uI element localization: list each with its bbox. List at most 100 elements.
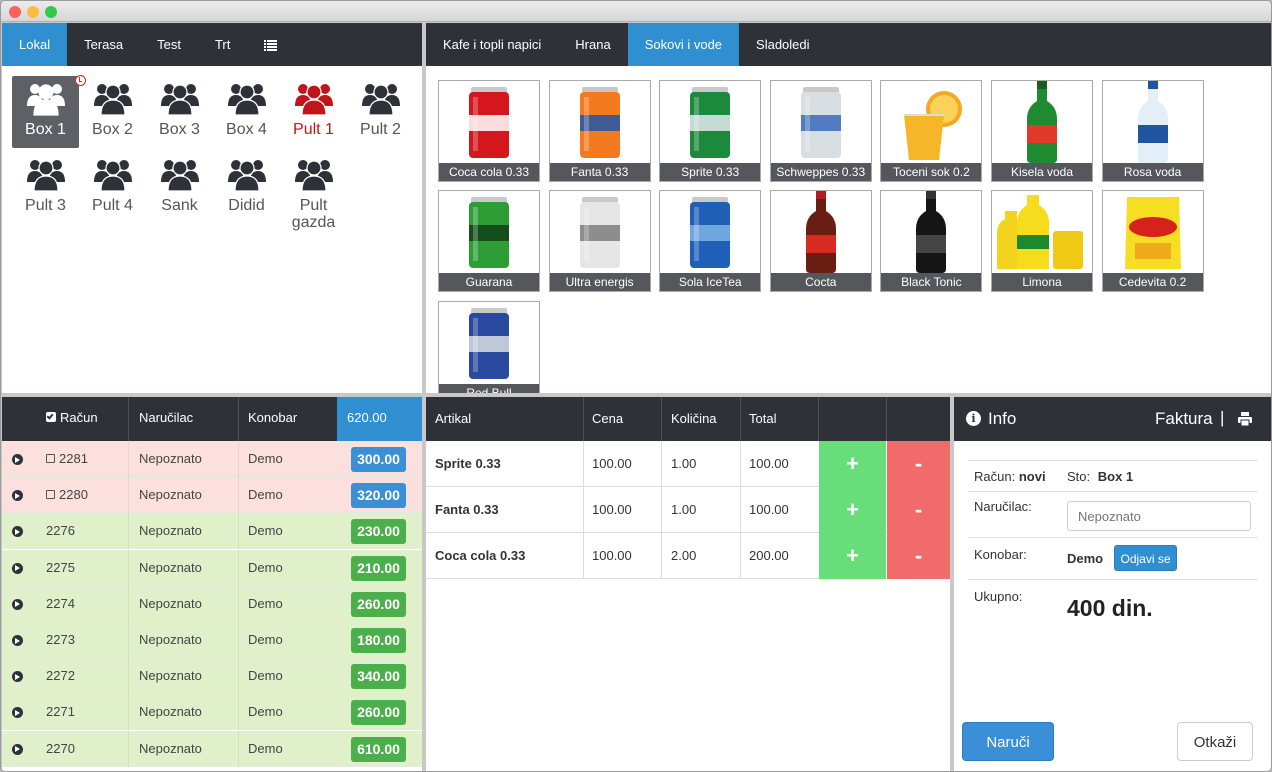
expand-arrow-icon[interactable]: [12, 635, 23, 646]
table-label: Box 1: [25, 121, 66, 138]
table-box-1[interactable]: Box 1: [12, 76, 79, 148]
bill-row[interactable]: 2276 Nepoznato Demo 230.00: [2, 513, 422, 550]
guarana-can-icon: [439, 191, 539, 273]
minimize-window-button[interactable]: [27, 6, 39, 18]
bill-amount-badge[interactable]: 210.00: [351, 555, 406, 581]
product-sola-icetea[interactable]: Sola IceTea: [659, 190, 762, 293]
decrease-button[interactable]: -: [887, 487, 950, 533]
bill-amount-badge[interactable]: 180.00: [351, 628, 406, 653]
narucilac-label: Naručilac:: [974, 499, 1032, 514]
expand-arrow-icon[interactable]: [12, 562, 23, 574]
bill-konobar: Demo: [248, 668, 283, 684]
category-tab-3[interactable]: Sladoledi: [739, 23, 827, 66]
area-tab-trt[interactable]: Trt: [198, 23, 247, 66]
order-cena: 100.00: [592, 502, 632, 517]
product-kisela-voda[interactable]: Kisela voda: [991, 80, 1093, 182]
product-guarana[interactable]: Guarana: [438, 190, 540, 293]
product-toceni-sok-0-2[interactable]: Toceni sok 0.2: [880, 80, 983, 182]
list-icon[interactable]: [247, 23, 294, 66]
product-rosa-voda[interactable]: Rosa voda: [1101, 80, 1204, 182]
order-row: Coca cola 0.33 100.00 2.00 200.00 + -: [426, 533, 950, 579]
close-window-button[interactable]: [9, 6, 21, 18]
category-tab-1[interactable]: Hrana: [558, 23, 627, 66]
bill-amount-badge[interactable]: 230.00: [351, 519, 406, 545]
otkazi-button[interactable]: Otkaži: [1177, 722, 1253, 761]
increase-button[interactable]: +: [819, 487, 886, 533]
bill-narucilac: Nepoznato: [139, 632, 202, 647]
faktura-button[interactable]: Faktura: [1155, 409, 1213, 429]
table-box-3[interactable]: Box 3: [146, 76, 213, 148]
bill-row[interactable]: 2271 Nepoznato Demo 260.00: [2, 694, 422, 731]
table-pult-gazda[interactable]: Pult gazda: [280, 152, 347, 246]
people-icon: [280, 80, 347, 118]
naruci-button[interactable]: Naruči: [962, 722, 1054, 761]
product-fanta-0-33[interactable]: Fanta 0.33: [548, 80, 651, 182]
bill-amount-badge[interactable]: 260.00: [351, 591, 406, 617]
bill-amount-badge[interactable]: 610.00: [351, 736, 406, 762]
konobar-column-header[interactable]: Konobar: [248, 410, 297, 425]
category-tab-2[interactable]: Sokovi i vode: [627, 23, 740, 66]
zoom-window-button[interactable]: [45, 6, 57, 18]
expand-arrow-icon[interactable]: [12, 598, 23, 610]
select-all-checkbox-icon[interactable]: [46, 412, 56, 422]
expand-arrow-icon[interactable]: [12, 671, 23, 683]
table-pult-2[interactable]: Pult 2: [347, 76, 414, 148]
product-cedevita-0-2[interactable]: Cedevita 0.2: [1101, 190, 1204, 293]
expand-arrow-icon[interactable]: [12, 743, 23, 755]
category-tabs: Kafe i topli napici Hrana Sokovi i vode Sla…: [426, 23, 1271, 66]
narucilac-column-header[interactable]: Naručilac: [139, 410, 193, 425]
product-label: Cedevita 0.2: [1102, 273, 1203, 292]
order-total: 100.00: [749, 502, 789, 517]
product-cocta[interactable]: Cocta: [769, 190, 872, 293]
category-tab-0[interactable]: Kafe i topli napici: [426, 23, 558, 66]
expand-arrow-icon[interactable]: [12, 490, 23, 502]
racun-column-header[interactable]: Račun: [60, 410, 98, 425]
product-ultra-energis[interactable]: Ultra energis: [548, 190, 651, 293]
print-icon[interactable]: [1238, 412, 1252, 427]
bill-checkbox[interactable]: [46, 490, 55, 500]
expand-arrow-icon[interactable]: [12, 454, 23, 465]
bill-konobar: Demo: [248, 595, 283, 611]
expand-arrow-icon[interactable]: [12, 526, 23, 538]
bill-row[interactable]: 2272 Nepoznato Demo 340.00: [2, 658, 422, 695]
product-schweppes-0-33[interactable]: Schweppes 0.33: [769, 80, 872, 182]
table-pult-1[interactable]: Pult 1: [280, 76, 347, 148]
expand-arrow-icon[interactable]: [12, 707, 23, 719]
decrease-button[interactable]: -: [887, 533, 950, 579]
table-pult-4[interactable]: Pult 4: [79, 152, 146, 224]
bill-row[interactable]: 2274 Nepoznato Demo 260.00: [2, 585, 422, 622]
bill-row[interactable]: 2275 Nepoznato Demo 210.00: [2, 549, 422, 586]
decrease-button[interactable]: -: [887, 441, 950, 487]
table-box-2[interactable]: Box 2: [75, 75, 146, 148]
area-tab-terasa[interactable]: Terasa: [67, 23, 140, 66]
table-didid[interactable]: Didid: [213, 152, 280, 224]
product-red-bull[interactable]: Red Bull: [438, 300, 540, 393]
table-label: Box 3: [159, 121, 200, 138]
bill-checkbox[interactable]: [46, 454, 55, 463]
area-tab-lokal[interactable]: Lokal: [2, 23, 68, 66]
product-limona[interactable]: Limona: [991, 190, 1093, 293]
table-label: Pult 4: [92, 197, 133, 214]
bill-amount-badge[interactable]: 300.00: [351, 447, 406, 472]
increase-button[interactable]: +: [819, 441, 886, 487]
bill-amount-badge[interactable]: 320.00: [351, 483, 406, 509]
bill-row[interactable]: 2270 Nepoznato Demo 610.00: [2, 730, 422, 767]
narucilac-input[interactable]: [1067, 501, 1251, 531]
odjavi-button[interactable]: Odjavi se: [1114, 545, 1177, 571]
area-tab-test[interactable]: Test: [140, 23, 198, 66]
product-sprite-0-33[interactable]: Sprite 0.33: [659, 80, 762, 182]
product-coca-cola-0-33[interactable]: Coca cola 0.33: [438, 80, 540, 182]
bill-amount-badge[interactable]: 260.00: [351, 700, 406, 726]
product-black-tonic[interactable]: Black Tonic: [880, 190, 983, 293]
bill-row[interactable]: 2280 Nepoznato Demo 320.00: [2, 477, 422, 514]
table-box-4[interactable]: Box 4: [213, 76, 280, 148]
increase-button[interactable]: +: [819, 533, 886, 579]
product-label: Cocta: [770, 273, 871, 292]
bill-row[interactable]: 2273 Nepoznato Demo 180.00: [2, 622, 422, 658]
bill-row[interactable]: 2281 Nepoznato Demo 300.00: [2, 441, 422, 477]
table-pult-3[interactable]: Pult 3: [12, 152, 79, 224]
table-sank[interactable]: Sank: [146, 152, 213, 224]
bill-amount-badge[interactable]: 340.00: [351, 664, 406, 690]
bill-konobar: Demo: [248, 632, 283, 647]
product-grid: Coca cola 0.33 Fanta 0.33 Sprite 0.33 Schwe…: [438, 80, 1268, 393]
